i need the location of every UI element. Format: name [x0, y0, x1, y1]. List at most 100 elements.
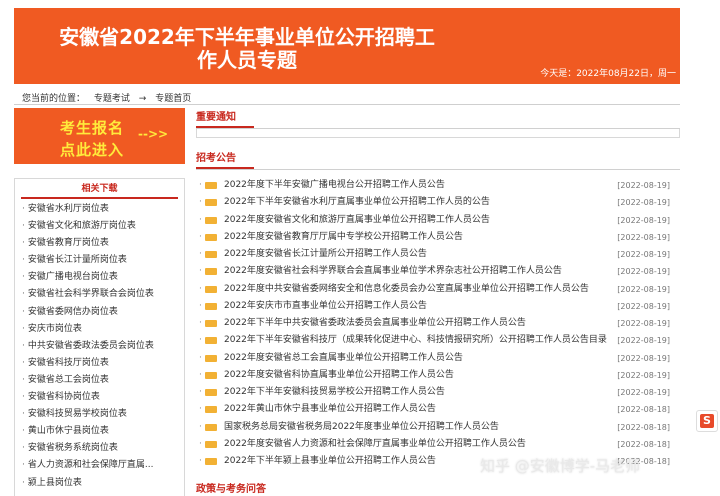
section-divider	[196, 169, 680, 170]
announcement-item[interactable]: · 国家税务总局安徽省税务局2022年度事业单位公开招聘工作人员公告 [2022-0…	[196, 419, 680, 436]
announcement-title[interactable]: 2022年度安徽省长江计量所公开招聘工作人员公告	[224, 246, 427, 263]
announcement-title[interactable]: 2022年度安徽省科协直属事业单位公开招聘工作人员公告	[224, 367, 454, 384]
download-link[interactable]: 省人力资源和社会保障厅直属...	[15, 457, 184, 474]
watermark-text: 知乎 @安徽博学-马老师	[480, 457, 641, 475]
announcement-date: [2022-08-19]	[617, 250, 670, 259]
sogou-s-icon: S	[700, 414, 714, 428]
announcement-item[interactable]: · 2022年下半年安徽省水利厅直属事业单位公开招聘工作人员的公告 [2022-08…	[196, 194, 680, 211]
announcement-item[interactable]: · 2022年度安徽省教育厅厅属中专学校公开招聘工作人员公告 [2022-08-19…	[196, 229, 680, 246]
announcement-title[interactable]: 2022年安庆市市直事业单位公开招聘工作人员公告	[224, 298, 427, 315]
floating-widget[interactable]: S	[696, 410, 718, 432]
announcement-date: [2022-08-18]	[617, 405, 670, 415]
arrow-right-icon: -->>	[138, 127, 169, 141]
download-link[interactable]: 安徽省教育厅岗位表	[15, 235, 184, 252]
download-link[interactable]: 安徽省水利厅岗位表	[15, 201, 184, 218]
bullet-icon: ·	[199, 352, 202, 363]
bullet-icon: ·	[199, 456, 202, 466]
announcement-item[interactable]: · 2022年度安徽省总工会直属事业单位公开招聘工作人员公告 [2022-08-19…	[196, 350, 680, 367]
new-tag-icon	[205, 423, 217, 431]
announcement-date: [2022-08-19]	[617, 319, 670, 328]
download-link[interactable]: 中共安徽省委政法委员会岗位表	[15, 338, 184, 355]
source-watermark: 知乎 @安徽博学-马老师	[480, 453, 720, 479]
signup-line1: 考生报名	[59, 119, 124, 137]
new-tag-icon	[205, 320, 217, 327]
new-tag-icon	[205, 354, 217, 362]
new-tag-icon	[205, 302, 217, 310]
breadcrumb: 您当前的位置： 专题考试 → 专题首页	[22, 91, 197, 104]
announcement-title[interactable]: 2022年下半年安徽省科技厅（成果转化促进中心、科技情报研究所）公开招聘工作人员…	[224, 332, 607, 349]
new-tag-icon	[205, 268, 217, 276]
announcement-item[interactable]: · 2022年度安徽省科协直属事业单位公开招聘工作人员公告 [2022-08-19]	[196, 367, 680, 384]
download-link[interactable]: 安庆市岗位表	[15, 321, 184, 338]
new-tag-icon	[205, 337, 217, 345]
new-tag-icon	[205, 182, 217, 189]
announcement-item[interactable]: · 2022年度安徽省长江计量所公开招聘工作人员公告 [2022-08-19]	[196, 246, 680, 263]
download-link[interactable]: 安徽省委网信办岗位表	[15, 304, 184, 321]
bullet-icon: ·	[199, 180, 202, 190]
new-tag-icon	[205, 199, 217, 207]
download-link[interactable]: 安徽科技贸易学校岗位表	[15, 406, 184, 423]
announcement-item[interactable]: · 2022年度中共安徽省委网络安全和信息化委员会办公室直属事业单位公开招聘工作人…	[196, 281, 680, 298]
announcement-item[interactable]: · 2022年度安徽省人力资源和社会保障厅直属事业单位公开招聘工作人员公告 [202…	[196, 436, 680, 453]
announcement-title[interactable]: 2022年度安徽省社会科学界联合会直属事业单位学术界杂志社公开招聘工作人员公告	[224, 263, 562, 280]
new-tag-icon	[205, 406, 217, 414]
download-link[interactable]: 安徽广播电视台岗位表	[15, 269, 184, 286]
announcement-title[interactable]: 2022年度下半年安徽广播电视台公开招聘工作人员公告	[224, 177, 445, 194]
bullet-icon: ·	[199, 438, 202, 449]
announcement-title[interactable]: 2022年度安徽省教育厅厅属中专学校公开招聘工作人员公告	[224, 229, 463, 246]
announcement-item[interactable]: · 2022年下半年安徽省科技厅（成果转化促进中心、科技情报研究所）公开招聘工作人…	[196, 332, 680, 349]
announcement-title[interactable]: 2022年下半年安徽科技贸易学校公开招聘工作人员公告	[224, 384, 445, 401]
download-link[interactable]: 安徽省社会科学界联合会岗位表	[15, 286, 184, 303]
announcement-item[interactable]: · 2022年下半年中共安徽省委政法委员会直属事业单位公开招聘工作人员公告 [202…	[196, 315, 680, 332]
announcement-title[interactable]: 2022年度安徽省人力资源和社会保障厅直属事业单位公开招聘工作人员公告	[224, 436, 526, 453]
banner-title-line1: 安徽省2022年下半年事业单位公开招聘工	[59, 25, 435, 49]
download-link[interactable]: 颍上县岗位表	[15, 475, 184, 492]
download-link[interactable]: 安徽省科技厅岗位表	[15, 355, 184, 372]
signup-line2: 点此进入	[59, 141, 124, 159]
announcement-item[interactable]: · 2022年度安徽省社会科学界联合会直属事业单位学术界杂志社公开招聘工作人员公告…	[196, 263, 680, 280]
announcement-item[interactable]: · 2022年下半年安徽科技贸易学校公开招聘工作人员公告 [2022-08-19]	[196, 384, 680, 401]
announcement-title[interactable]: 2022年度安徽省总工会直属事业单位公开招聘工作人员公告	[224, 350, 463, 367]
announcement-item[interactable]: · 2022年度下半年安徽广播电视台公开招聘工作人员公告 [2022-08-19]	[196, 177, 680, 194]
announcement-item[interactable]: · 2022年安庆市市直事业单位公开招聘工作人员公告 [2022-08-19]	[196, 298, 680, 315]
new-tag-icon	[205, 285, 217, 293]
download-link[interactable]: 安徽省长江计量所岗位表	[15, 252, 184, 269]
breadcrumb-item-home[interactable]: 专题首页	[155, 94, 191, 104]
announcement-title[interactable]: 国家税务总局安徽省税务局2022年度事业单位公开招聘工作人员公告	[224, 419, 499, 436]
announcement-title[interactable]: 2022年下半年中共安徽省委政法委员会直属事业单位公开招聘工作人员公告	[224, 315, 526, 332]
header-divider	[14, 104, 680, 105]
announcement-date: [2022-08-19]	[617, 284, 670, 294]
announcement-date: [2022-08-19]	[617, 198, 670, 208]
download-link[interactable]: 安徽省总工会岗位表	[15, 372, 184, 389]
download-link[interactable]: 安徽省税务系统岗位表	[15, 440, 184, 457]
policy-section-title[interactable]: 政策与考务问答	[196, 482, 284, 496]
new-tag-icon	[205, 458, 217, 465]
recruit-section-title[interactable]: 招考公告	[196, 151, 254, 169]
announcement-title[interactable]: 2022年下半年安徽省水利厅直属事业单位公开招聘工作人员的公告	[224, 194, 490, 211]
bullet-icon: ·	[199, 387, 202, 397]
bullet-icon: ·	[199, 300, 202, 311]
bullet-icon: ·	[199, 214, 202, 225]
current-date: 今天是：2022年08月22日，周一	[540, 69, 676, 79]
signup-entry-button[interactable]: 考生报名 点此进入 -->>	[14, 108, 185, 164]
breadcrumb-item-exam[interactable]: 专题考试	[94, 94, 130, 104]
notice-box	[196, 129, 680, 138]
download-link[interactable]: 安徽省科协岗位表	[15, 389, 184, 406]
bullet-icon: ·	[199, 266, 202, 277]
announcement-title[interactable]: 2022年黄山市休宁县事业单位公开招聘工作人员公告	[224, 401, 436, 418]
new-tag-icon	[205, 251, 217, 258]
announcement-item[interactable]: · 2022年黄山市休宁县事业单位公开招聘工作人员公告 [2022-08-18]	[196, 401, 680, 418]
announcement-date: [2022-08-19]	[617, 267, 670, 277]
announcement-title[interactable]: 2022年下半年颍上县事业单位公开招聘工作人员公告	[224, 453, 436, 470]
download-link[interactable]: 安徽省文化和旅游厅岗位表	[15, 218, 184, 235]
announcement-title[interactable]: 2022年度安徽省文化和旅游厅直属事业单位公开招聘工作人员公告	[224, 212, 490, 229]
announcement-date: [2022-08-19]	[617, 301, 670, 311]
download-link[interactable]: 黄山市休宁县岗位表	[15, 423, 184, 440]
announcement-list: · 2022年度下半年安徽广播电视台公开招聘工作人员公告 [2022-08-19] …	[196, 177, 680, 470]
announcement-date: [2022-08-19]	[617, 232, 670, 242]
notice-section-title[interactable]: 重要通知	[196, 110, 254, 128]
announcement-title[interactable]: 2022年度中共安徽省委网络安全和信息化委员会办公室直属事业单位公开招聘工作人员…	[224, 281, 589, 298]
announcement-date: [2022-08-19]	[617, 215, 670, 225]
announcement-item[interactable]: · 2022年度安徽省文化和旅游厅直属事业单位公开招聘工作人员公告 [2022-08…	[196, 212, 680, 229]
announcement-date: [2022-08-19]	[617, 181, 670, 190]
